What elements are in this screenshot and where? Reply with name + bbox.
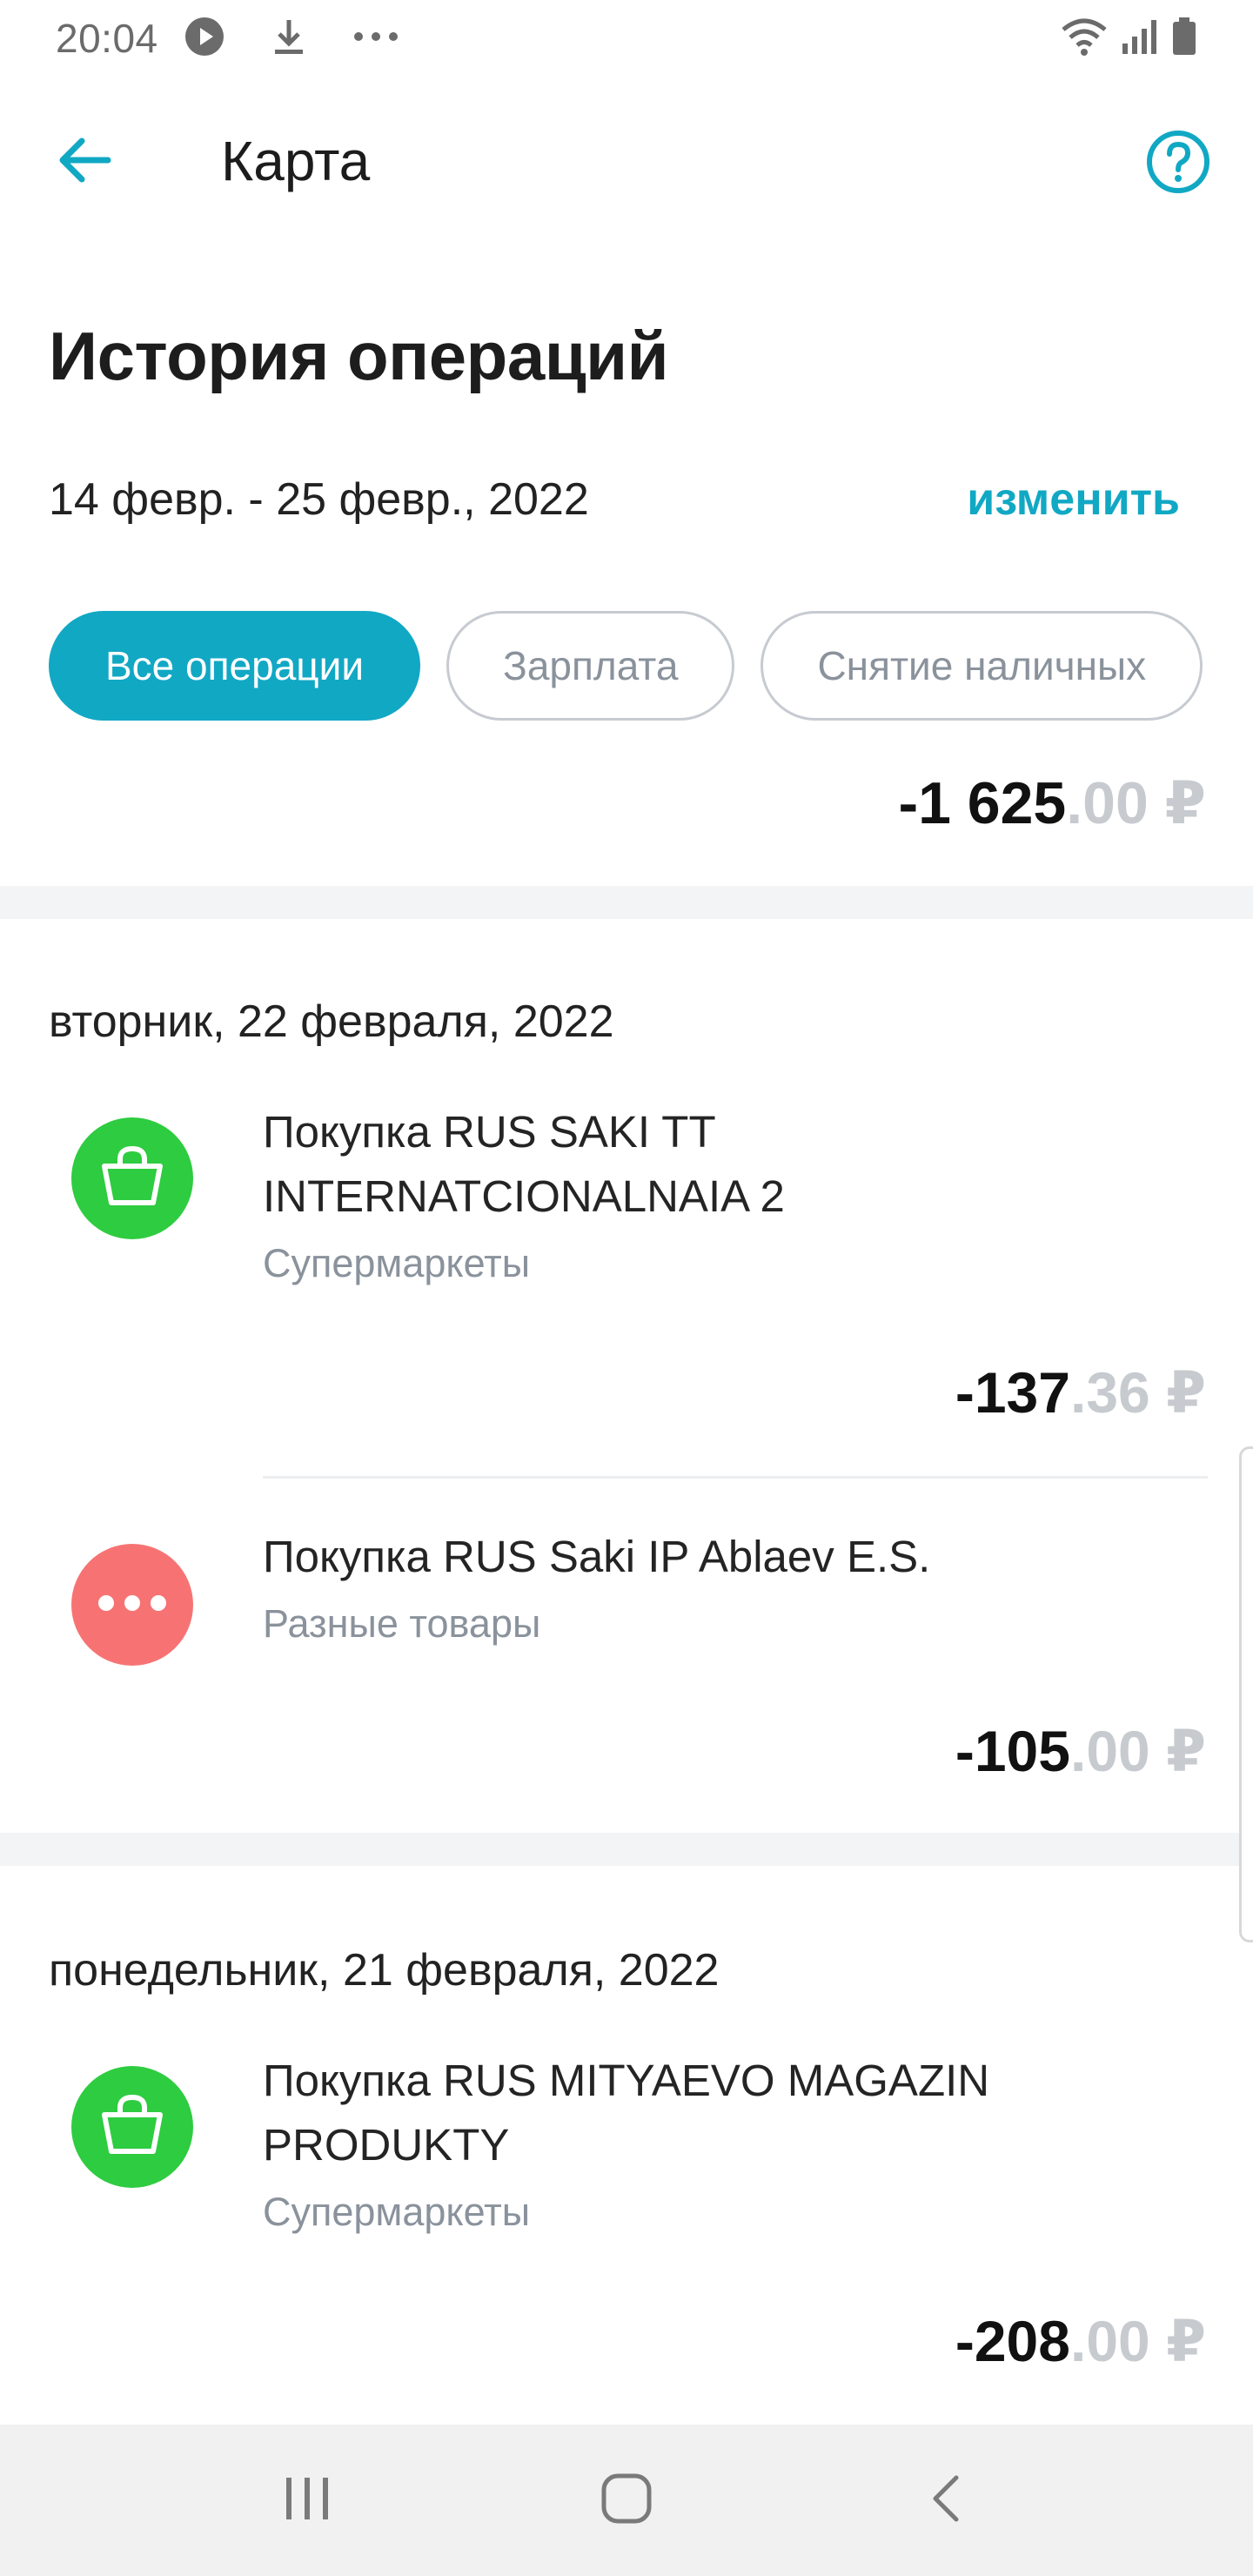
wifi-icon: [1060, 17, 1109, 60]
home-button[interactable]: [566, 2448, 687, 2553]
transaction-item[interactable]: Покупка RUS SAKI TT INTERNATCIONALNAIA 2…: [0, 1088, 1253, 1427]
shopping-bag-icon: [97, 1145, 167, 1212]
scrollbar-handle[interactable]: [1239, 1446, 1253, 1942]
section-separator: [0, 1833, 1253, 1866]
home-icon: [600, 2472, 653, 2529]
transaction-title: Покупка RUS SAKI TT INTERNATCIONALNAIA 2: [263, 1107, 785, 1221]
more-dots-icon: [353, 30, 399, 46]
total-amount-decimals: .00 ₽: [1066, 770, 1206, 836]
arrow-left-icon: [56, 136, 111, 189]
section-separator: [0, 886, 1253, 919]
signal-icon: [1121, 17, 1159, 60]
transaction-item[interactable]: Покупка RUS MITYAEVO MAGAZIN PRODUKTY Су…: [0, 2036, 1253, 2385]
category-icon-supermarket: [71, 1117, 193, 1239]
category-icon-supermarket: [71, 2066, 193, 2188]
app-bar-title: Карта: [221, 130, 371, 192]
transaction-amount: -137.36 ₽: [955, 1360, 1206, 1425]
transaction-category: Разные товары: [263, 1601, 541, 1646]
transaction-category: Супермаркеты: [263, 1241, 531, 1285]
day-header: понедельник, 21 февраля, 2022: [49, 1945, 720, 1996]
period-range: 14 февр. - 25 февр., 2022: [49, 474, 589, 525]
day-header: вторник, 22 февраля, 2022: [49, 996, 614, 1047]
status-bar: 20:04: [0, 0, 1253, 77]
download-icon: [271, 17, 306, 61]
status-time: 20:04: [56, 16, 158, 61]
transaction-item[interactable]: Покупка RUS Saki IP Ablaev E.S. Разные т…: [0, 1514, 1253, 1810]
page-title: История операций: [49, 318, 669, 394]
back-button[interactable]: [49, 134, 118, 190]
app-bar: Карта: [0, 104, 1253, 218]
transaction-title: Покупка RUS Saki IP Ablaev E.S.: [263, 1532, 931, 1581]
transaction-category: Супермаркеты: [263, 2190, 531, 2234]
play-circle-icon: [184, 17, 224, 61]
back-nav-button[interactable]: [885, 2448, 1007, 2553]
system-nav-bar: [0, 2425, 1253, 2576]
filter-chip-salary[interactable]: Зарплата: [446, 611, 735, 721]
total-amount-main: -1 625: [898, 770, 1067, 836]
help-circle-icon: [1145, 131, 1211, 198]
filter-chips: Все операции Зарплата Снятие наличных: [49, 611, 1203, 721]
more-dots-icon: [96, 1594, 169, 1616]
change-period-link[interactable]: изменить: [967, 473, 1180, 526]
filter-chip-cash-withdrawal[interactable]: Снятие наличных: [761, 611, 1203, 721]
transaction-title: Покупка RUS MITYAEVO MAGAZIN PRODUKTY: [263, 2056, 990, 2170]
help-button[interactable]: [1145, 129, 1211, 195]
battery-icon: [1171, 17, 1197, 61]
shopping-bag-icon: [97, 2094, 167, 2161]
transaction-amount: -208.00 ₽: [955, 2309, 1206, 2373]
recent-apps-button[interactable]: [246, 2448, 368, 2553]
back-icon: [928, 2472, 963, 2529]
transaction-amount: -105.00 ₽: [955, 1719, 1206, 1783]
recent-apps-icon: [281, 2476, 333, 2526]
category-icon-misc: [71, 1544, 193, 1666]
total-amount: -1 625.00 ₽: [898, 769, 1206, 838]
list-divider: [263, 1476, 1208, 1479]
filter-chip-all[interactable]: Все операции: [49, 611, 421, 721]
